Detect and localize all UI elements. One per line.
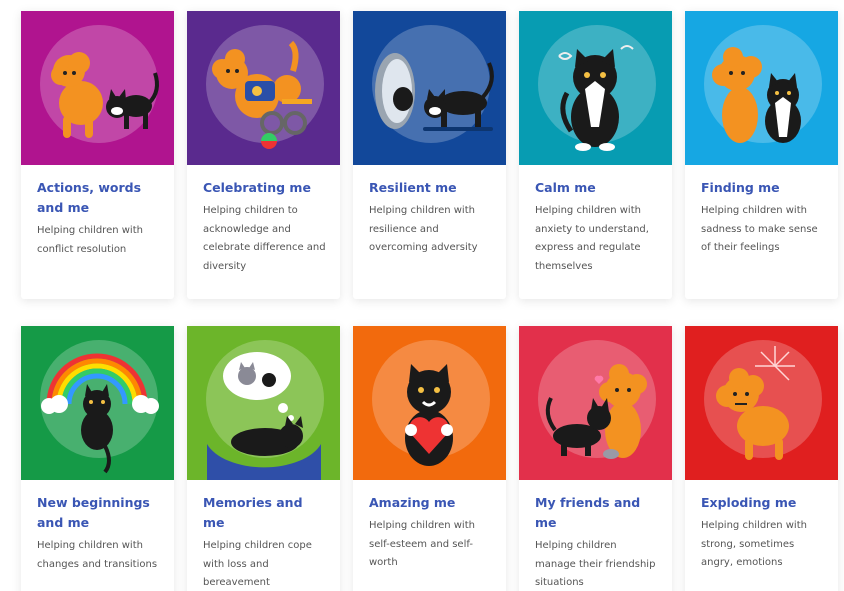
card-memories-and-me[interactable]: Memories and me Helping children cope wi…	[187, 326, 340, 591]
rainbow-cat-icon	[41, 353, 159, 474]
card-finding-me[interactable]: Finding me Helping children with sadness…	[685, 11, 838, 299]
calm-cat-icon	[558, 45, 634, 151]
card-image[interactable]	[21, 11, 174, 165]
dog-and-cat-icon	[51, 52, 159, 138]
exploding-dog-icon	[716, 346, 795, 460]
card-image[interactable]	[187, 326, 340, 480]
card-image[interactable]	[21, 326, 174, 480]
dog-and-cat-icon	[545, 364, 647, 459]
card-resilient-me[interactable]: Resilient me Helping children with resil…	[353, 11, 506, 299]
card-calm-me[interactable]: Calm me Helping children with anxiety to…	[519, 11, 672, 299]
card-description: Helping children with self-esteem and se…	[369, 520, 475, 568]
card-title[interactable]: New beginnings and me	[37, 493, 160, 533]
cat-mirror-icon	[375, 53, 494, 131]
card-title[interactable]: Celebrating me	[203, 178, 326, 198]
cat-heart-icon	[405, 364, 453, 466]
card-exploding-me[interactable]: Exploding me Helping children with stron…	[685, 326, 838, 591]
card-description: Helping children with sadness to make se…	[701, 205, 818, 253]
card-title[interactable]: Memories and me	[203, 493, 326, 533]
card-title[interactable]: Amazing me	[369, 493, 492, 513]
card-image[interactable]	[685, 11, 838, 165]
card-description: Helping children with resilience and ove…	[369, 205, 478, 253]
card-amazing-me[interactable]: Amazing me Helping children with self-es…	[353, 326, 506, 591]
card-new-beginnings-and-me[interactable]: New beginnings and me Helping children w…	[21, 326, 174, 591]
card-title[interactable]: Resilient me	[369, 178, 492, 198]
card-image[interactable]	[519, 11, 672, 165]
card-image[interactable]	[187, 11, 340, 165]
card-my-friends-and-me[interactable]: My friends and me Helping children manag…	[519, 326, 672, 591]
card-celebrating-me[interactable]: Celebrating me Helping children to ackno…	[187, 11, 340, 299]
card-description: Helping children with conflict resolutio…	[37, 225, 143, 255]
dog-and-cat-icon	[712, 47, 801, 143]
card-title[interactable]: Calm me	[535, 178, 658, 198]
card-actions-words-and-me[interactable]: Actions, words and me Helping children w…	[21, 11, 174, 299]
dreaming-cat-icon	[207, 352, 321, 480]
card-image[interactable]	[353, 326, 506, 480]
card-title[interactable]: Actions, words and me	[37, 178, 160, 218]
card-title[interactable]: Finding me	[701, 178, 824, 198]
card-description: Helping children cope with loss and bere…	[203, 540, 312, 588]
card-title[interactable]: My friends and me	[535, 493, 658, 533]
dog-wheelchair-icon	[212, 40, 312, 149]
card-image[interactable]	[353, 11, 506, 165]
card-description: Helping children with anxiety to underst…	[535, 205, 649, 272]
card-image[interactable]	[519, 326, 672, 480]
card-description: Helping children with strong, sometimes …	[701, 520, 807, 568]
card-description: Helping children manage their friendship…	[535, 540, 656, 588]
card-image[interactable]	[685, 326, 838, 480]
card-description: Helping children with changes and transi…	[37, 540, 158, 570]
card-title[interactable]: Exploding me	[701, 493, 824, 513]
card-description: Helping children to acknowledge and cele…	[203, 205, 326, 272]
